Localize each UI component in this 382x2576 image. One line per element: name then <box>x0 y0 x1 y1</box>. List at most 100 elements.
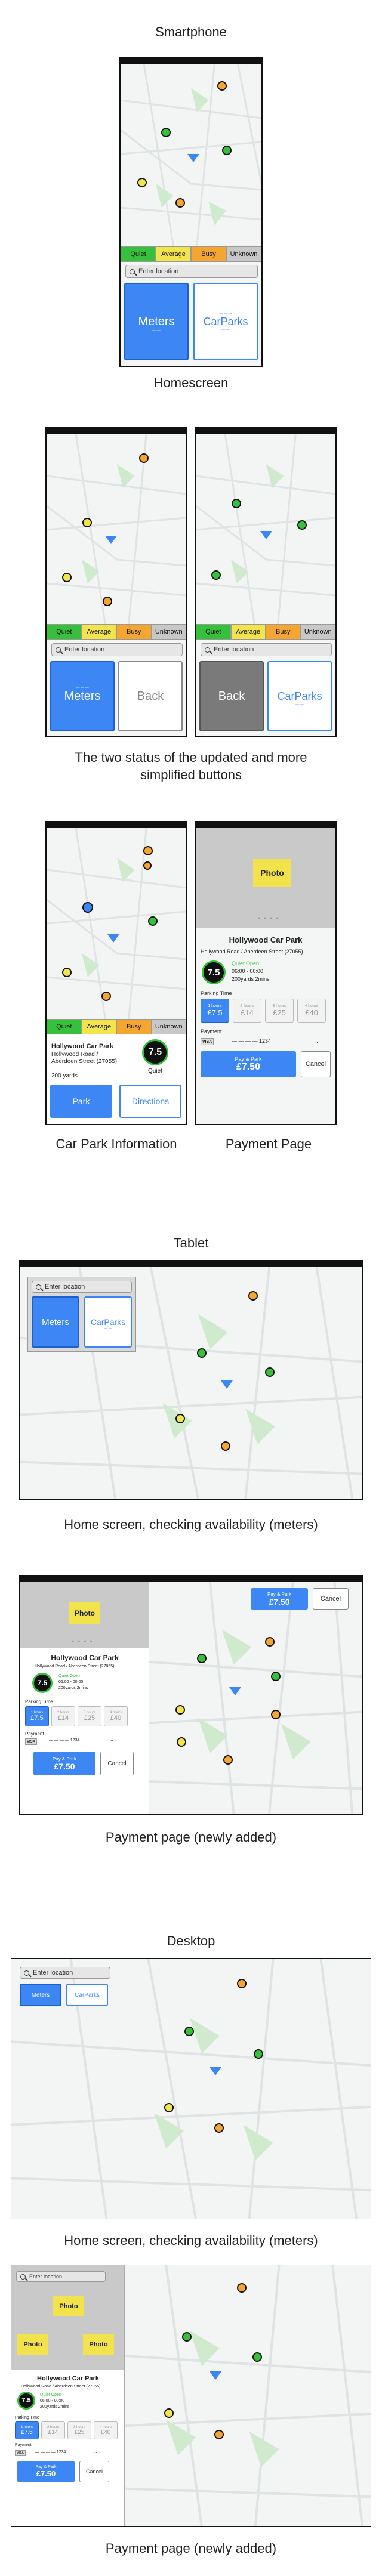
search-input[interactable]: Enter location <box>51 643 183 656</box>
search-input[interactable]: Enter location <box>125 265 258 278</box>
cancel-button[interactable]: Cancel <box>301 1051 331 1077</box>
marker-busy[interactable] <box>237 1979 247 1988</box>
meters-button[interactable]: Meters <box>20 1984 61 2006</box>
time-slot-1[interactable]: 1 hours £7.5 <box>25 1706 49 1726</box>
carparks-button[interactable]: — — — CarParks — — <box>193 283 258 360</box>
marker-quiet[interactable] <box>265 1367 275 1377</box>
marker-quiet[interactable] <box>148 916 158 926</box>
chevron-down-icon[interactable]: ⌄ <box>110 1737 114 1743</box>
search-input[interactable]: Enter location <box>32 1281 132 1293</box>
user-location-icon <box>221 1380 233 1389</box>
marker-busy[interactable] <box>214 2430 224 2439</box>
search-input[interactable]: Enter location <box>20 1967 110 1979</box>
photo-pager[interactable]: ● ● ● ● <box>258 916 280 921</box>
marker-busy[interactable] <box>237 2283 247 2293</box>
legend-quiet: Quiet <box>47 624 82 640</box>
marker-busy[interactable] <box>223 1755 233 1765</box>
marker-busy[interactable] <box>248 1291 258 1301</box>
marker-busy[interactable] <box>175 198 185 208</box>
time-slot-4[interactable]: 4 hours £40 <box>104 1706 128 1726</box>
pay-and-park-button[interactable]: Pay & Park £7.50 <box>17 2461 75 2482</box>
marker-quiet[interactable] <box>297 520 307 530</box>
marker-average[interactable] <box>82 518 92 527</box>
marker-busy[interactable] <box>101 992 111 1001</box>
chevron-down-icon[interactable]: ⌄ <box>315 1038 320 1045</box>
marker-busy[interactable] <box>214 2123 224 2133</box>
marker-busy[interactable] <box>103 597 112 606</box>
marker-average[interactable] <box>175 1414 185 1423</box>
map-view[interactable] <box>196 434 335 624</box>
time-slot-4[interactable]: 4 hours £40 <box>94 2421 118 2439</box>
marker-busy[interactable] <box>143 846 153 855</box>
marker-average[interactable] <box>62 968 72 977</box>
search-input[interactable]: Enter location <box>16 2271 106 2282</box>
pay-and-park-button[interactable]: Pay & Park £7.50 <box>33 1752 96 1775</box>
carpark-address-2: Aberdeen Street (27055) <box>51 1058 118 1065</box>
carparks-button[interactable]: CarParks <box>66 1984 108 2006</box>
marker-quiet[interactable] <box>254 2049 263 2059</box>
time-slot-2[interactable]: 2 hours £14 <box>41 2421 65 2439</box>
time-slot-3[interactable]: 3 hours £25 <box>78 1706 101 1726</box>
marker-quiet[interactable] <box>182 2332 192 2342</box>
meters-button[interactable]: — — — Meters — — <box>50 661 115 731</box>
marker-busy[interactable] <box>265 1637 275 1647</box>
marker-quiet[interactable] <box>197 1348 207 1358</box>
marker-busy[interactable] <box>217 81 227 91</box>
marker-quiet[interactable] <box>184 2027 194 2036</box>
marker-quiet[interactable] <box>252 2352 262 2362</box>
marker-average[interactable] <box>62 573 72 582</box>
caption-homescreen: Homescreen <box>153 375 229 390</box>
marker-busy[interactable] <box>143 861 152 870</box>
marker-quiet[interactable] <box>161 128 171 137</box>
carparks-button[interactable]: — — — CarParks — — <box>267 661 332 731</box>
time-slot-2[interactable]: 2 hours £14 <box>51 1706 75 1726</box>
carpark-address: Hollywood Road / Aberdeen Street (27055) <box>201 949 303 955</box>
marker-average[interactable] <box>164 2408 174 2418</box>
meters-label: Meters <box>138 314 175 328</box>
carpark-photo: Photo <box>17 2334 48 2355</box>
marker-quiet[interactable] <box>232 499 241 508</box>
meters-button[interactable]: — — — Meters — — <box>124 283 189 360</box>
park-button[interactable]: Park <box>50 1085 112 1118</box>
cancel-button[interactable]: Cancel <box>79 2461 109 2482</box>
marker-average[interactable] <box>137 178 147 187</box>
marker-average[interactable] <box>164 2103 174 2112</box>
marker-quiet[interactable] <box>222 146 232 155</box>
marker-busy[interactable] <box>221 1441 230 1451</box>
map-view[interactable] <box>11 1959 371 2219</box>
time-slot-3[interactable]: 3 hours £25 <box>67 2421 91 2439</box>
map-view[interactable] <box>121 64 261 246</box>
carparks-button[interactable]: — — — CarParks — — <box>84 1296 132 1348</box>
time-slot-3[interactable]: 3 hours £25 <box>265 999 294 1023</box>
marker-quiet[interactable] <box>197 1654 207 1663</box>
search-input[interactable]: Enter location <box>201 643 332 656</box>
availability-score-badge: 7.5 <box>202 960 226 984</box>
time-slot-1[interactable]: 1 hours £7.5 <box>15 2421 39 2439</box>
legend-busy: Busy <box>116 1019 152 1034</box>
marker-busy[interactable] <box>139 453 149 463</box>
search-icon <box>36 1284 41 1290</box>
chevron-down-icon[interactable]: ⌄ <box>94 2449 98 2454</box>
meters-button[interactable]: — — — Meters — — <box>32 1296 79 1348</box>
time-slot-1[interactable]: 1 hours £7.5 <box>201 999 229 1023</box>
marker-selected[interactable] <box>82 902 93 913</box>
pay-and-park-button[interactable]: Pay & Park £7.50 <box>201 1051 296 1077</box>
carpark-hours: 06:00 - 00:00 <box>40 2399 65 2403</box>
photo-pager[interactable]: ● ● ● ● <box>72 1639 94 1644</box>
marker-average[interactable] <box>175 1705 185 1715</box>
marker-quiet[interactable] <box>271 1672 281 1681</box>
pay-and-park-button-top[interactable]: Pay & Park £7.50 <box>251 1588 308 1610</box>
map-view[interactable] <box>47 434 186 624</box>
marker-busy[interactable] <box>271 1710 281 1719</box>
marker-quiet[interactable] <box>211 570 221 580</box>
time-slot-4[interactable]: 4 hours £40 <box>297 999 326 1023</box>
back-button[interactable]: Back <box>118 661 183 731</box>
marker-average[interactable] <box>177 1737 186 1747</box>
back-button[interactable]: Back <box>199 661 264 731</box>
directions-button[interactable]: Directions <box>119 1085 181 1118</box>
cancel-button-top[interactable]: Cancel <box>313 1588 349 1610</box>
map-view[interactable] <box>47 828 186 1019</box>
time-slot-2[interactable]: 2 hours £14 <box>233 999 261 1023</box>
cancel-button[interactable]: Cancel <box>100 1752 134 1775</box>
visa-card-icon: VISA <box>15 2450 26 2456</box>
